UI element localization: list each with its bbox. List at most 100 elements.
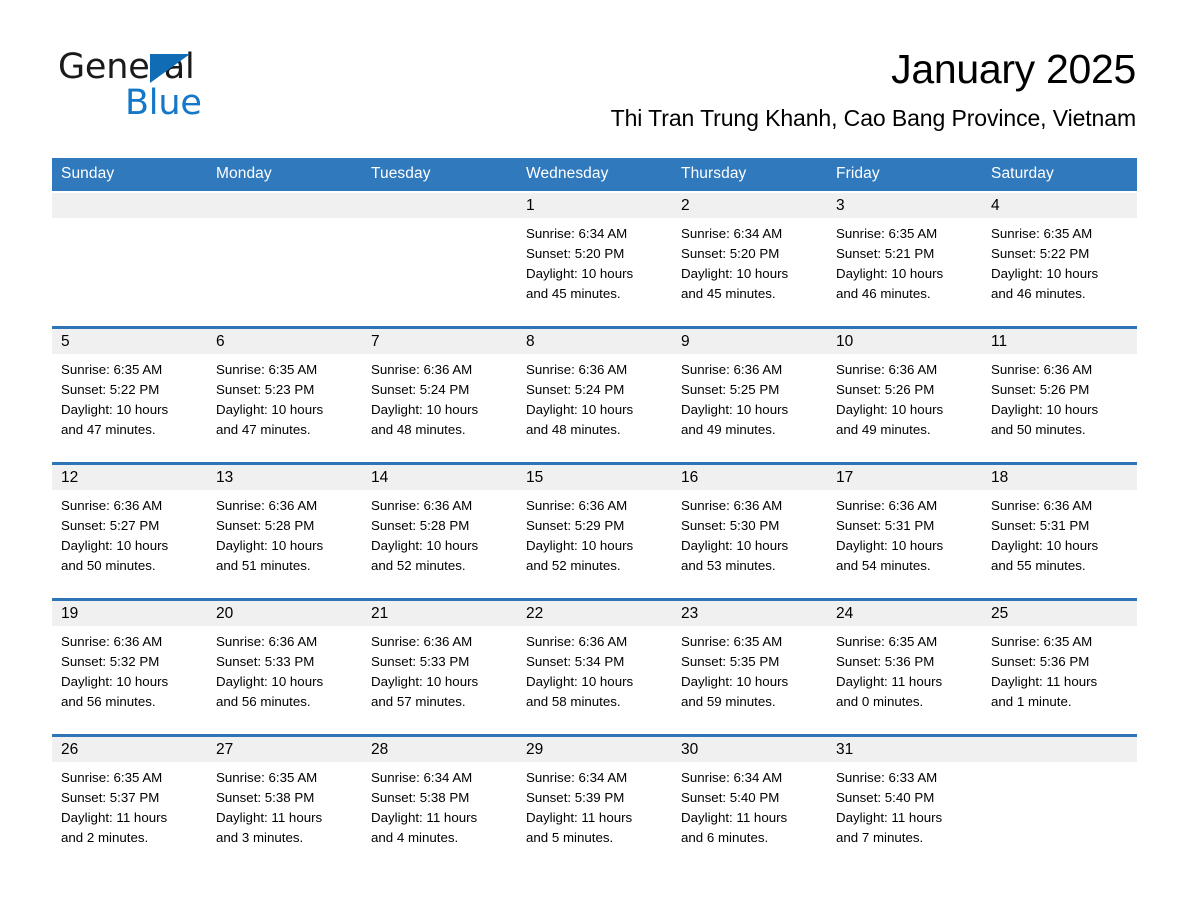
day-cell[interactable]: 1 Sunrise: 6:34 AM Sunset: 5:20 PM Daylight… xyxy=(517,193,672,316)
day-cell[interactable]: 5 Sunrise: 6:35 AM Sunset: 5:22 PM Daylight… xyxy=(52,329,207,452)
day-cell[interactable]: 9 Sunrise: 6:36 AM Sunset: 5:25 PM Daylight… xyxy=(672,329,827,452)
day-cell[interactable]: 22 Sunrise: 6:36 AM Sunset: 5:34 PM Dayligh… xyxy=(517,601,672,724)
day-cell[interactable]: 7 Sunrise: 6:36 AM Sunset: 5:24 PM Daylight… xyxy=(362,329,517,452)
day-cell[interactable]: 12 Sunrise: 6:36 AM Sunset: 5:27 PM Dayligh… xyxy=(52,465,207,588)
day-sun-info: Sunrise: 6:36 AM Sunset: 5:29 PM Daylight:… xyxy=(517,490,672,576)
calendar-week-row: 19 Sunrise: 6:36 AM Sunset: 5:32 PM Dayligh… xyxy=(52,598,1137,724)
day-cell[interactable]: 31 Sunrise: 6:33 AM Sunset: 5:40 PM Dayligh… xyxy=(827,737,982,860)
day-cell[interactable]: 2 Sunrise: 6:34 AM Sunset: 5:20 PM Daylight… xyxy=(672,193,827,316)
day-cell[interactable]: 27 Sunrise: 6:35 AM Sunset: 5:38 PM Dayligh… xyxy=(207,737,362,860)
day-info-line: Sunset: 5:39 PM xyxy=(526,790,625,806)
day-info-line: and 48 minutes. xyxy=(526,422,621,438)
day-info-line: Sunset: 5:28 PM xyxy=(216,518,315,534)
day-info-line: Daylight: 10 hours xyxy=(216,402,324,418)
day-cell[interactable]: 4 Sunrise: 6:35 AM Sunset: 5:22 PM Daylight… xyxy=(982,193,1137,316)
day-sun-info: Sunrise: 6:34 AM Sunset: 5:20 PM Daylight:… xyxy=(517,218,672,304)
day-number: 9 xyxy=(672,329,827,354)
day-cell[interactable]: 14 Sunrise: 6:36 AM Sunset: 5:28 PM Dayligh… xyxy=(362,465,517,588)
day-info-line: and 50 minutes. xyxy=(61,558,156,574)
day-info-line: Sunset: 5:32 PM xyxy=(61,654,160,670)
day-info-line: Daylight: 10 hours xyxy=(526,538,634,554)
day-cell[interactable]: 26 Sunrise: 6:35 AM Sunset: 5:37 PM Dayligh… xyxy=(52,737,207,860)
day-sun-info: Sunrise: 6:35 AM Sunset: 5:22 PM Daylight:… xyxy=(982,218,1137,304)
calendar-grid: Sunday Monday Tuesday Wednesday Thursday… xyxy=(52,158,1137,860)
day-info-line: Daylight: 10 hours xyxy=(836,538,944,554)
day-sun-info xyxy=(362,218,517,224)
weekday-wednesday: Wednesday xyxy=(526,165,609,182)
day-sun-info: Sunrise: 6:34 AM Sunset: 5:20 PM Daylight:… xyxy=(672,218,827,304)
day-info-line: Sunset: 5:35 PM xyxy=(681,654,780,670)
weekday-thursday: Thursday xyxy=(681,165,747,182)
day-number: 6 xyxy=(207,329,362,354)
day-info-line: Sunrise: 6:34 AM xyxy=(681,770,783,785)
day-number: 25 xyxy=(982,601,1137,626)
calendar-week-row: 5 Sunrise: 6:35 AM Sunset: 5:22 PM Daylight… xyxy=(52,326,1137,452)
day-info-line: Sunset: 5:40 PM xyxy=(836,790,935,806)
day-sun-info: Sunrise: 6:34 AM Sunset: 5:38 PM Daylight:… xyxy=(362,762,517,848)
day-cell[interactable]: 17 Sunrise: 6:36 AM Sunset: 5:31 PM Dayligh… xyxy=(827,465,982,588)
day-number: 27 xyxy=(207,737,362,762)
day-info-line: and 46 minutes. xyxy=(836,286,931,302)
day-sun-info: Sunrise: 6:36 AM Sunset: 5:26 PM Daylight:… xyxy=(827,354,982,440)
day-info-line: Sunrise: 6:35 AM xyxy=(216,770,318,785)
day-info-line: Daylight: 11 hours xyxy=(836,810,943,826)
day-cell[interactable]: 8 Sunrise: 6:36 AM Sunset: 5:24 PM Daylight… xyxy=(517,329,672,452)
day-sun-info: Sunrise: 6:36 AM Sunset: 5:30 PM Daylight:… xyxy=(672,490,827,576)
general-blue-logo: General Blue xyxy=(58,50,358,122)
day-cell[interactable]: 6 Sunrise: 6:35 AM Sunset: 5:23 PM Daylight… xyxy=(207,329,362,452)
day-cell[interactable]: 19 Sunrise: 6:36 AM Sunset: 5:32 PM Dayligh… xyxy=(52,601,207,724)
day-cell[interactable]: 15 Sunrise: 6:36 AM Sunset: 5:29 PM Dayligh… xyxy=(517,465,672,588)
day-info-line: Daylight: 10 hours xyxy=(991,266,1099,282)
day-cell[interactable]: 13 Sunrise: 6:36 AM Sunset: 5:28 PM Dayligh… xyxy=(207,465,362,588)
day-number: 21 xyxy=(362,601,517,626)
day-info-line: Sunset: 5:22 PM xyxy=(991,246,1090,262)
day-cell[interactable]: 10 Sunrise: 6:36 AM Sunset: 5:26 PM Dayligh… xyxy=(827,329,982,452)
day-info-line: Sunset: 5:40 PM xyxy=(681,790,780,806)
day-cell[interactable]: 28 Sunrise: 6:34 AM Sunset: 5:38 PM Dayligh… xyxy=(362,737,517,860)
day-info-line: Sunset: 5:36 PM xyxy=(836,654,935,670)
day-number: 1 xyxy=(517,193,672,218)
day-info-line: Sunset: 5:38 PM xyxy=(371,790,470,806)
day-cell[interactable]: 3 Sunrise: 6:35 AM Sunset: 5:21 PM Daylight… xyxy=(827,193,982,316)
day-info-line: Sunset: 5:29 PM xyxy=(526,518,625,534)
day-cell[interactable]: 20 Sunrise: 6:36 AM Sunset: 5:33 PM Dayligh… xyxy=(207,601,362,724)
day-info-line: Sunset: 5:33 PM xyxy=(371,654,470,670)
day-number: 15 xyxy=(517,465,672,490)
day-sun-info: Sunrise: 6:36 AM Sunset: 5:24 PM Daylight:… xyxy=(517,354,672,440)
day-cell[interactable]: 21 Sunrise: 6:36 AM Sunset: 5:33 PM Dayligh… xyxy=(362,601,517,724)
day-sun-info: Sunrise: 6:33 AM Sunset: 5:40 PM Daylight:… xyxy=(827,762,982,848)
day-info-line: Sunrise: 6:35 AM xyxy=(61,770,163,785)
day-info-line: Sunrise: 6:36 AM xyxy=(526,498,628,513)
day-cell[interactable]: 18 Sunrise: 6:36 AM Sunset: 5:31 PM Dayligh… xyxy=(982,465,1137,588)
day-info-line: Daylight: 10 hours xyxy=(681,402,789,418)
day-cell-empty xyxy=(362,193,517,316)
day-info-line: Daylight: 10 hours xyxy=(681,266,789,282)
day-cell-empty xyxy=(982,737,1137,860)
day-info-line: and 55 minutes. xyxy=(991,558,1086,574)
day-sun-info: Sunrise: 6:35 AM Sunset: 5:22 PM Daylight:… xyxy=(52,354,207,440)
day-sun-info: Sunrise: 6:35 AM Sunset: 5:21 PM Daylight:… xyxy=(827,218,982,304)
day-info-line: Sunrise: 6:35 AM xyxy=(61,362,163,377)
day-cell[interactable]: 11 Sunrise: 6:36 AM Sunset: 5:26 PM Dayligh… xyxy=(982,329,1137,452)
day-info-line: Sunrise: 6:36 AM xyxy=(836,498,938,513)
day-number: 3 xyxy=(827,193,982,218)
day-info-line: Sunrise: 6:36 AM xyxy=(681,498,783,513)
day-cell[interactable]: 30 Sunrise: 6:34 AM Sunset: 5:40 PM Dayligh… xyxy=(672,737,827,860)
day-info-line: Sunset: 5:26 PM xyxy=(836,382,935,398)
calendar-week-row: 12 Sunrise: 6:36 AM Sunset: 5:27 PM Dayligh… xyxy=(52,462,1137,588)
day-sun-info: Sunrise: 6:35 AM Sunset: 5:36 PM Daylight:… xyxy=(982,626,1137,712)
day-number: 29 xyxy=(517,737,672,762)
day-sun-info: Sunrise: 6:34 AM Sunset: 5:40 PM Daylight:… xyxy=(672,762,827,848)
day-info-line: and 47 minutes. xyxy=(61,422,156,438)
day-cell[interactable]: 23 Sunrise: 6:35 AM Sunset: 5:35 PM Dayligh… xyxy=(672,601,827,724)
day-cell[interactable]: 16 Sunrise: 6:36 AM Sunset: 5:30 PM Dayligh… xyxy=(672,465,827,588)
day-info-line: Sunrise: 6:34 AM xyxy=(526,226,628,241)
day-cell[interactable]: 29 Sunrise: 6:34 AM Sunset: 5:39 PM Dayligh… xyxy=(517,737,672,860)
day-sun-info: Sunrise: 6:36 AM Sunset: 5:27 PM Daylight:… xyxy=(52,490,207,576)
day-info-line: Sunset: 5:30 PM xyxy=(681,518,780,534)
day-cell[interactable]: 25 Sunrise: 6:35 AM Sunset: 5:36 PM Dayligh… xyxy=(982,601,1137,724)
day-info-line: and 46 minutes. xyxy=(991,286,1086,302)
day-info-line: Daylight: 11 hours xyxy=(216,810,323,826)
day-sun-info: Sunrise: 6:36 AM Sunset: 5:31 PM Daylight:… xyxy=(827,490,982,576)
day-cell[interactable]: 24 Sunrise: 6:35 AM Sunset: 5:36 PM Dayligh… xyxy=(827,601,982,724)
